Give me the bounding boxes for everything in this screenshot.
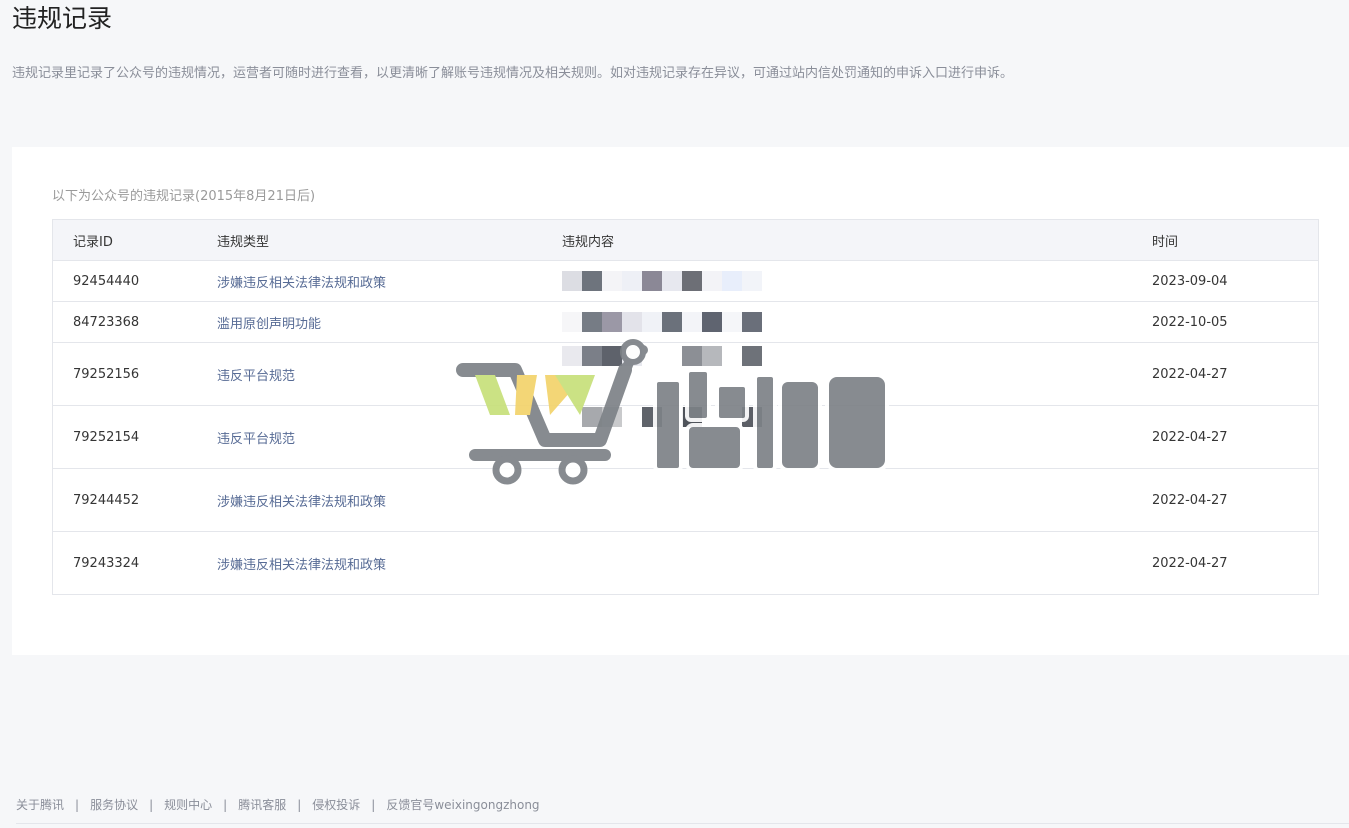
footer-separator: | [223, 798, 228, 812]
footer-separator: | [297, 798, 302, 812]
table-row: 84723368 滥用原创声明功能 2022-10-05 [52, 301, 1319, 343]
record-type-link[interactable]: 滥用原创声明功能 [217, 317, 321, 332]
records-card: 以下为公众号的违规记录(2015年8月21日后) 记录ID 违规类型 违规内容 … [12, 147, 1349, 655]
record-time: 2022-04-27 [1152, 405, 1319, 469]
table-row: 79244452 涉嫌违反相关法律法规和政策 2022-04-27 [52, 468, 1319, 532]
record-content-blurred [562, 260, 1152, 302]
record-type-cell: 滥用原创声明功能 [217, 301, 562, 343]
record-time: 2022-04-27 [1152, 342, 1319, 406]
records-caption: 以下为公众号的违规记录(2015年8月21日后) [52, 189, 316, 204]
page-title: 违规记录 [12, 4, 113, 33]
record-time: 2022-04-27 [1152, 531, 1319, 595]
footer-link-rules[interactable]: 规则中心 [164, 798, 212, 812]
record-type-cell: 涉嫌违反相关法律法规和政策 [217, 531, 562, 595]
blurred-content [562, 346, 1152, 366]
record-type-cell: 违反平台规范 [217, 405, 562, 469]
record-type-cell: 涉嫌违反相关法律法规和政策 [217, 468, 562, 532]
record-type-link[interactable]: 涉嫌违反相关法律法规和政策 [217, 495, 386, 510]
footer-link-terms[interactable]: 服务协议 [90, 798, 138, 812]
record-type-link[interactable]: 涉嫌违反相关法律法规和政策 [217, 558, 386, 573]
footer-link-feedback[interactable]: 反馈官号weixingongzhong [386, 798, 539, 812]
record-content-blurred [562, 405, 1152, 469]
records-table: 记录ID 违规类型 违规内容 时间 92454440 涉嫌违反相关法律法规和政策… [52, 219, 1319, 595]
header-content: 违规内容 [562, 219, 1152, 261]
footer-link-about[interactable]: 关于腾讯 [16, 798, 64, 812]
record-time: 2022-10-05 [1152, 301, 1319, 343]
record-id: 84723368 [52, 301, 217, 343]
record-time: 2022-04-27 [1152, 468, 1319, 532]
footer-link-infringement[interactable]: 侵权投诉 [312, 798, 360, 812]
record-type-link[interactable]: 涉嫌违反相关法律法规和政策 [217, 276, 386, 291]
table-row: 92454440 涉嫌违反相关法律法规和政策 2023-09-04 [52, 260, 1319, 302]
record-id: 79252156 [52, 342, 217, 406]
record-content-blurred [562, 531, 1152, 595]
header-type: 违规类型 [217, 219, 562, 261]
footer-separator: | [371, 798, 376, 812]
record-type-link[interactable]: 违反平台规范 [217, 369, 295, 384]
record-id: 92454440 [52, 260, 217, 302]
footer-divider [16, 823, 1349, 824]
blurred-content [562, 407, 1152, 427]
record-type-cell: 违反平台规范 [217, 342, 562, 406]
record-content-blurred [562, 342, 1152, 406]
record-id: 79252154 [52, 405, 217, 469]
blurred-content [562, 271, 1152, 291]
record-type-link[interactable]: 违反平台规范 [217, 432, 295, 447]
blurred-content [562, 312, 1152, 332]
page-description: 违规记录里记录了公众号的违规情况，运营者可随时进行查看，以更清晰了解账号违规情况… [12, 66, 1014, 81]
footer-separator: | [75, 798, 80, 812]
header-time: 时间 [1152, 219, 1319, 261]
record-id: 79243324 [52, 531, 217, 595]
record-content-blurred [562, 301, 1152, 343]
footer-link-support[interactable]: 腾讯客服 [238, 798, 286, 812]
footer-separator: | [149, 798, 154, 812]
table-header-row: 记录ID 违规类型 违规内容 时间 [52, 219, 1319, 261]
header-id: 记录ID [52, 219, 217, 261]
table-row: 79252154 违反平台规范 2022-04-27 [52, 405, 1319, 469]
record-time: 2023-09-04 [1152, 260, 1319, 302]
record-type-cell: 涉嫌违反相关法律法规和政策 [217, 260, 562, 302]
record-content-blurred [562, 468, 1152, 532]
table-row: 79243324 涉嫌违反相关法律法规和政策 2022-04-27 [52, 531, 1319, 595]
footer: 关于腾讯 | 服务协议 | 规则中心 | 腾讯客服 | 侵权投诉 | 反馈官号weixingongz… [16, 796, 540, 814]
record-id: 79244452 [52, 468, 217, 532]
table-row: 79252156 违反平台规范 2022-04-27 [52, 342, 1319, 406]
